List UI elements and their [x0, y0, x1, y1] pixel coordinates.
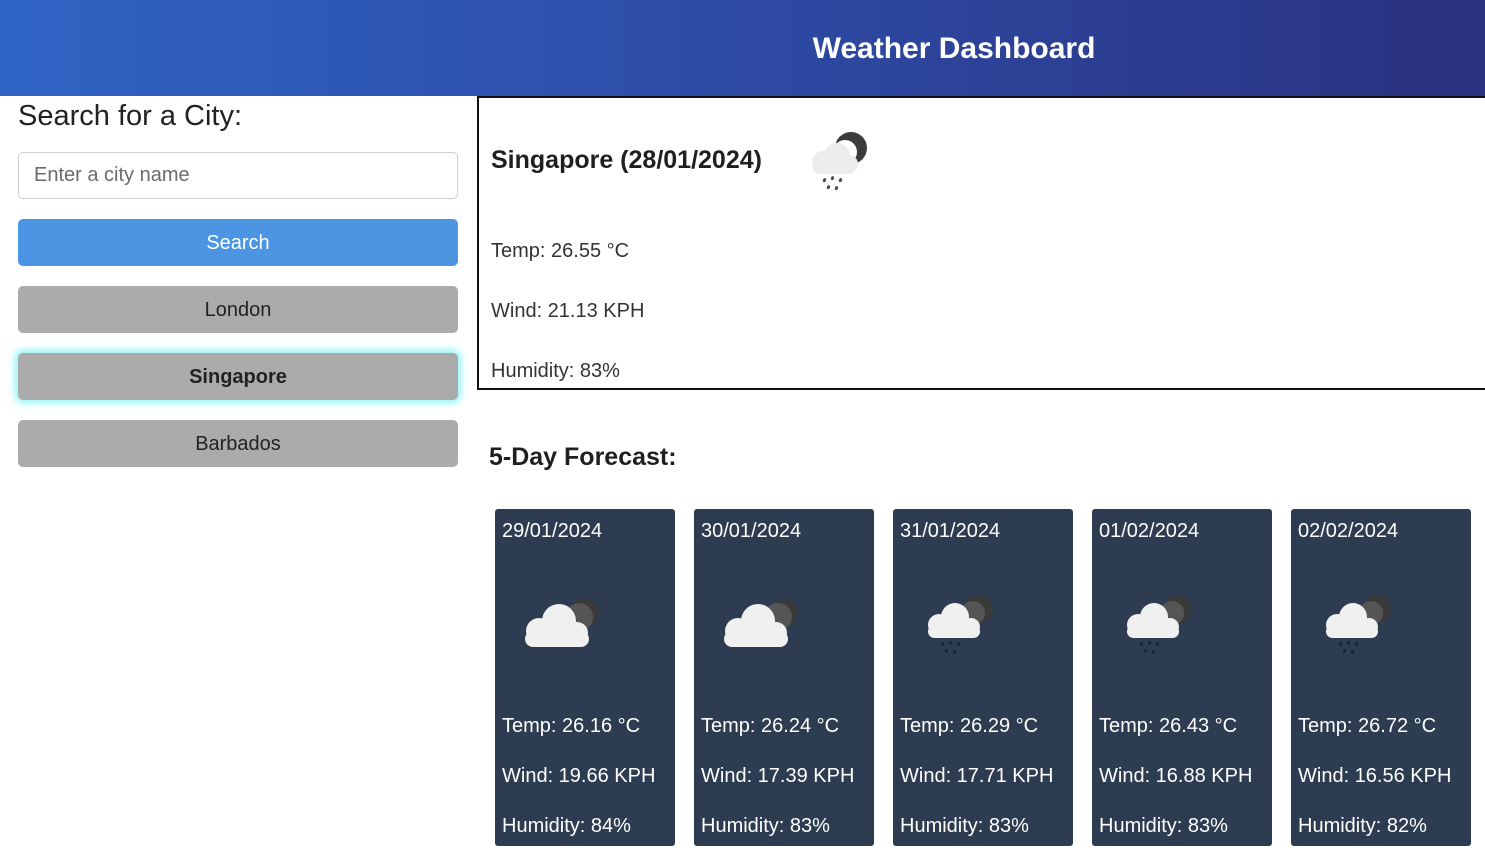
forecast-humidity: Humidity: 82% [1298, 815, 1427, 837]
app-header: Weather Dashboard [0, 0, 1485, 96]
forecast-date: 31/01/2024 [900, 520, 1001, 542]
forecast-humidity: Humidity: 83% [701, 815, 830, 837]
forecast-temp: Temp: 26.16 °C [502, 715, 641, 737]
rain-cloud-night-icon [928, 595, 993, 654]
app-title: Weather Dashboard [812, 32, 1096, 65]
forecast-wind: Wind: 16.56 KPH [1298, 765, 1452, 787]
forecast-card: 02/02/2024 Temp: 26.72 °C Wind: 16.56 KP… [1291, 509, 1471, 846]
forecast-humidity: Humidity: 83% [1099, 815, 1228, 837]
forecast-date: 02/02/2024 [1298, 520, 1399, 542]
forecast-wind: Wind: 17.39 KPH [701, 765, 855, 787]
forecast-date: 30/01/2024 [701, 520, 802, 542]
forecast-temp: Temp: 26.43 °C [1099, 715, 1238, 737]
forecast-date: 29/01/2024 [502, 520, 603, 542]
history-button-london[interactable]: London [18, 286, 458, 333]
rain-cloud-night-icon [1326, 595, 1391, 654]
forecast-card: 29/01/2024 Temp: 26.16 °C Wind: 19.66 KP… [495, 509, 675, 846]
forecast-card: 31/01/2024 Temp: 26.29 °C Wind: 17.71 KP… [893, 509, 1073, 846]
forecast-wind: Wind: 16.88 KPH [1099, 765, 1253, 787]
forecast-card: 01/02/2024 Temp: 26.43 °C Wind: 16.88 KP… [1092, 509, 1272, 846]
rain-cloud-night-icon [812, 132, 867, 191]
forecast-heading: 5-Day Forecast: [489, 443, 677, 471]
search-button[interactable]: Search [18, 219, 458, 266]
forecast-temp: Temp: 26.29 °C [900, 715, 1039, 737]
history-button-singapore[interactable]: Singapore [18, 353, 458, 400]
forecast-date: 01/02/2024 [1099, 520, 1200, 542]
forecast-card: 30/01/2024 Temp: 26.24 °C Wind: 17.39 KP… [694, 509, 874, 846]
current-city-title: Singapore (28/01/2024) [491, 146, 762, 174]
forecast-humidity: Humidity: 84% [502, 815, 631, 837]
cloudy-night-icon [724, 599, 798, 647]
forecast-wind: Wind: 17.71 KPH [900, 765, 1054, 787]
forecast-temp: Temp: 26.72 °C [1298, 715, 1437, 737]
search-heading: Search for a City: [18, 100, 243, 132]
current-temp: Temp: 26.55 °C [491, 240, 630, 262]
forecast-wind: Wind: 19.66 KPH [502, 765, 656, 787]
current-wind: Wind: 21.13 KPH [491, 300, 645, 322]
current-weather-panel: Singapore (28/01/2024) Temp: 26.55 °C Wi… [477, 96, 1485, 390]
history-button-barbados[interactable]: Barbados [18, 420, 458, 467]
city-search-input[interactable] [18, 152, 458, 199]
current-humidity: Humidity: 83% [491, 360, 620, 382]
rain-cloud-night-icon [1127, 595, 1192, 654]
forecast-humidity: Humidity: 83% [900, 815, 1029, 837]
forecast-temp: Temp: 26.24 °C [701, 715, 840, 737]
cloudy-night-icon [525, 599, 599, 647]
